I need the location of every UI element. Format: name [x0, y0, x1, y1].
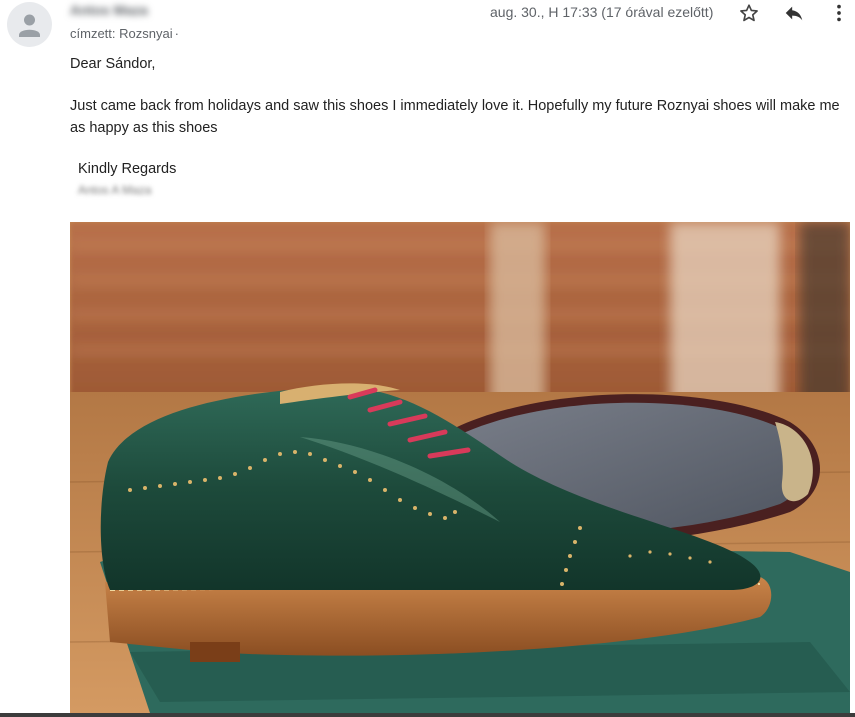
sender-avatar[interactable]	[7, 2, 52, 47]
sender-name[interactable]: Antos Maza	[70, 2, 148, 18]
email-signature: Antos A Maza	[78, 183, 152, 197]
email-greeting: Dear Sándor,	[70, 56, 156, 72]
recipient-line[interactable]: címzett: Rozsnyai ·	[70, 26, 179, 41]
person-icon	[19, 14, 40, 37]
email-closing: Kindly Regards	[78, 161, 177, 177]
message-date: aug. 30., H 17:33 (17 órával ezelőtt)	[490, 4, 714, 20]
email-paragraph: Just came back from holidays and saw thi…	[70, 98, 840, 136]
email-view: Antos Maza címzett: Rozsnyai · aug. 30.,…	[0, 0, 855, 717]
star-icon	[740, 4, 758, 22]
recipient-label: címzett: Rozsnyai	[70, 26, 173, 41]
bottom-edge	[0, 713, 855, 717]
reply-button[interactable]	[780, 0, 808, 26]
recipient-more-toggle[interactable]: ·	[175, 26, 179, 41]
reply-icon	[785, 6, 803, 21]
star-button[interactable]	[735, 0, 763, 26]
more-vert-icon	[837, 4, 841, 22]
shoe-photo[interactable]	[70, 222, 850, 713]
more-options-button[interactable]	[825, 0, 853, 26]
